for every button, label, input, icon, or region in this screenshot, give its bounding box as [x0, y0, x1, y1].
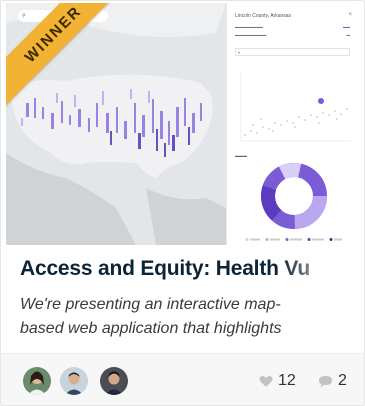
- heart-icon: [259, 375, 273, 387]
- description-line: We're presenting an interactive map-: [20, 296, 281, 313]
- county-detail-panel: Lincoln County, Arkansas × ▬▬▬▬▬▬▬▬ ▬▬ ▬…: [226, 3, 359, 245]
- comments-stat[interactable]: 2: [318, 372, 347, 390]
- project-thumbnail[interactable]: ⚲ Lincoln County, Arkansas × ▬▬▬▬▬▬▬▬ ▬▬…: [6, 3, 359, 245]
- panel-row: ▬▬▬▬▬▬▬▬: [235, 25, 263, 29]
- user-avatar[interactable]: [23, 367, 51, 395]
- description-line: based web application that highlights: [20, 317, 350, 341]
- chart-subtitle: ▬▬▬: [235, 153, 247, 158]
- card-footer: 12 2: [1, 353, 364, 405]
- project-card[interactable]: ⚲ Lincoln County, Arkansas × ▬▬▬▬▬▬▬▬ ▬▬…: [0, 0, 365, 406]
- scatter-plot: [233, 65, 355, 149]
- project-description: We're presenting an interactive map- bas…: [20, 293, 350, 341]
- panel-row: ▬▬▬▬▬▬▬▬▬: [235, 33, 267, 37]
- likes-stat[interactable]: 12: [259, 372, 296, 390]
- panel-select[interactable]: ▾: [235, 48, 350, 56]
- project-title[interactable]: Access and Equity: Health Vu: [20, 257, 350, 281]
- panel-title: Lincoln County, Arkansas: [235, 13, 292, 19]
- search-icon: ⚲: [22, 13, 26, 19]
- panel-value: ▬: [346, 33, 351, 37]
- user-avatar[interactable]: [60, 367, 88, 395]
- donut-chart: [261, 163, 327, 229]
- likes-count: 12: [278, 372, 296, 389]
- donut-legend: [245, 238, 342, 241]
- comment-icon: [319, 375, 332, 387]
- comments-count: 2: [338, 372, 347, 389]
- panel-value: ▬▬: [343, 25, 350, 29]
- user-avatar[interactable]: [100, 367, 128, 395]
- close-icon[interactable]: ×: [348, 12, 352, 18]
